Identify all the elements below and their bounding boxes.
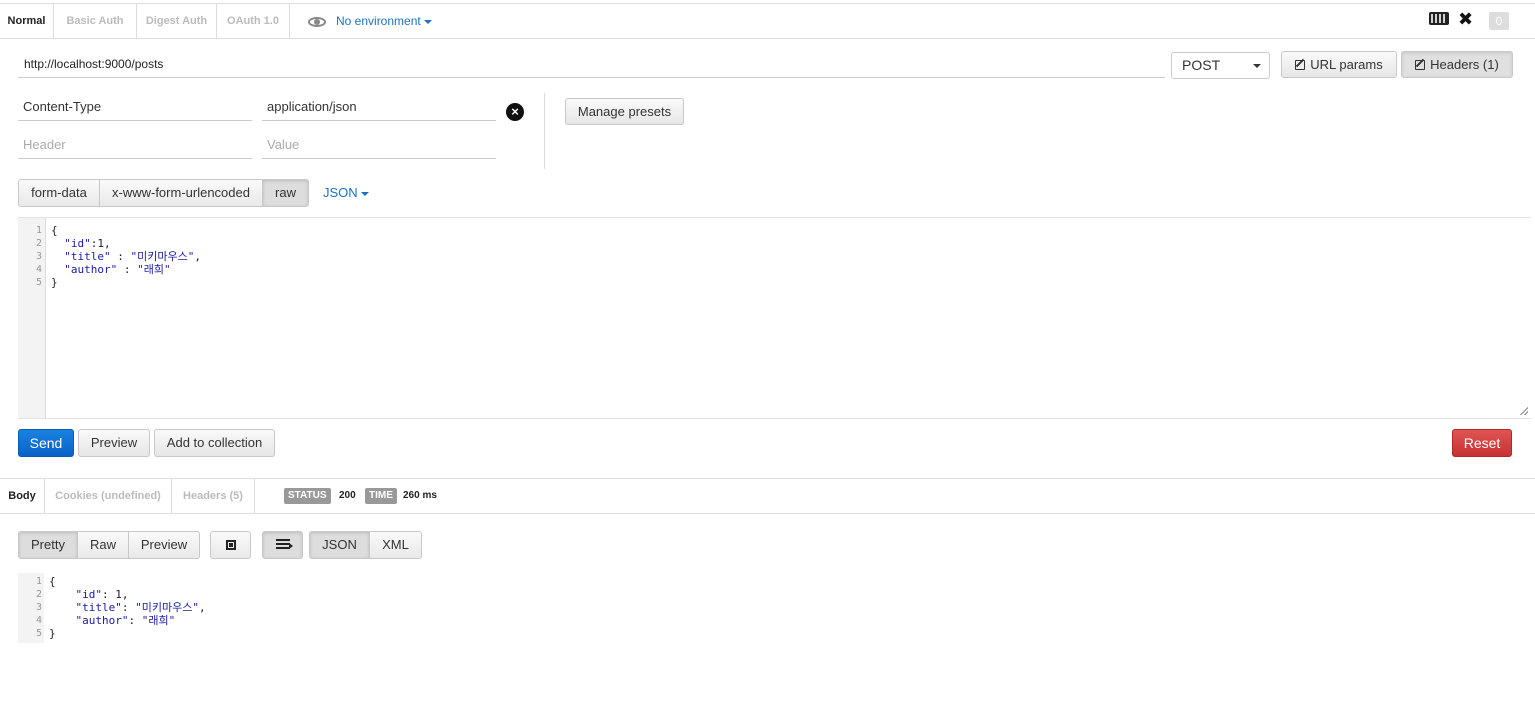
tab-cookies[interactable]: Cookies (undefined) xyxy=(45,479,172,514)
headers-button[interactable]: Headers (1) xyxy=(1401,51,1513,78)
raw-format-selector[interactable]: JSON xyxy=(323,185,369,200)
add-to-collection-button[interactable]: Add to collection xyxy=(154,429,275,457)
header-value-field[interactable]: application/json xyxy=(262,93,496,121)
line-number: 1 xyxy=(35,225,42,236)
tab-response-headers[interactable]: Headers (5) xyxy=(172,479,255,514)
mode-urlencoded[interactable]: x-www-form-urlencoded xyxy=(100,179,263,207)
caret-down-icon xyxy=(423,19,432,24)
code-line: "id": 1, xyxy=(75,588,129,601)
counter-badge[interactable]: 0 xyxy=(1489,12,1509,30)
caret-down-icon xyxy=(360,191,369,196)
wrap-icon xyxy=(226,540,236,550)
status-value: 200 xyxy=(339,490,356,501)
wrap-button[interactable] xyxy=(210,531,251,559)
environment-label: No environment xyxy=(336,14,421,28)
preview-button[interactable]: Preview xyxy=(78,429,150,457)
request-body-editor[interactable]: 1 2 3 4 5 { "id":1, "title" : "미키마우스", "… xyxy=(18,217,1531,419)
line-number: 3 xyxy=(35,602,42,613)
line-number: 5 xyxy=(35,277,42,288)
edit-icon xyxy=(1295,60,1306,70)
url-params-label: URL params xyxy=(1310,57,1383,72)
line-number: 2 xyxy=(35,589,42,600)
eye-icon xyxy=(308,16,326,27)
code-line: "author": "래희" xyxy=(75,614,176,627)
line-number: 2 xyxy=(35,238,42,249)
line-number: 5 xyxy=(35,628,42,639)
response-tab-bar: Body Cookies (undefined) Headers (5) STA… xyxy=(0,478,1535,514)
divider xyxy=(544,93,545,169)
tab-body[interactable]: Body xyxy=(0,479,45,514)
line-number: 4 xyxy=(35,615,42,626)
view-preview[interactable]: Preview xyxy=(129,531,200,559)
method-select[interactable]: POST xyxy=(1171,52,1270,79)
environment-selector[interactable]: No environment xyxy=(308,4,432,39)
code-line: } xyxy=(49,627,56,640)
indent-icon xyxy=(276,539,293,551)
line-gutter: 1 2 3 4 5 xyxy=(18,218,46,418)
format-json[interactable]: JSON xyxy=(309,531,370,559)
code-line: "title": "미키마우스", xyxy=(75,601,206,614)
tab-digest-auth[interactable]: Digest Auth xyxy=(137,4,217,39)
tab-normal[interactable]: Normal xyxy=(0,4,54,39)
mode-form-data[interactable]: form-data xyxy=(18,179,100,207)
edit-icon xyxy=(1415,60,1426,70)
status-label: STATUS xyxy=(284,488,331,504)
delete-icon[interactable]: × xyxy=(506,103,524,121)
code-line: { xyxy=(51,224,58,237)
code-line: "author" : "래희" xyxy=(64,263,171,276)
auth-tab-bar: Normal Basic Auth Digest Auth OAuth 1.0 … xyxy=(0,3,1535,39)
mode-raw[interactable]: raw xyxy=(263,179,309,207)
line-number: 1 xyxy=(35,576,42,587)
code-line: { xyxy=(49,575,56,588)
code-line: "id":1, xyxy=(64,237,111,250)
header-value-input[interactable]: Value xyxy=(262,131,496,159)
url-params-button[interactable]: URL params xyxy=(1281,51,1397,78)
headers-label: Headers (1) xyxy=(1430,57,1499,72)
caret-down-icon xyxy=(1253,64,1261,68)
view-raw[interactable]: Raw xyxy=(78,531,129,559)
line-number: 4 xyxy=(35,264,42,275)
manage-presets-button[interactable]: Manage presets xyxy=(565,98,684,125)
tools-icon[interactable]: ✖ xyxy=(1458,10,1473,28)
header-key-field[interactable]: Content-Type xyxy=(18,93,252,121)
reset-button[interactable]: Reset xyxy=(1452,429,1512,457)
method-value: POST xyxy=(1182,57,1221,73)
time-value: 260 ms xyxy=(403,490,437,501)
send-button[interactable]: Send xyxy=(18,429,74,457)
url-input[interactable]: http://localhost:9000/posts xyxy=(18,52,1165,78)
resize-handle-icon[interactable] xyxy=(1520,407,1528,415)
code-line: "title" : "미키마우스", xyxy=(64,250,201,263)
time-label: TIME xyxy=(365,488,397,504)
indent-button[interactable] xyxy=(262,531,303,559)
header-key-input[interactable]: Header xyxy=(18,131,252,159)
raw-format-label: JSON xyxy=(323,185,358,200)
response-body: 1 2 3 4 5 { "id": 1, "title": "미키마우스", "… xyxy=(18,573,1531,643)
tab-oauth[interactable]: OAuth 1.0 xyxy=(217,4,290,39)
code-line: } xyxy=(51,276,58,289)
format-xml[interactable]: XML xyxy=(370,531,422,559)
line-gutter: 1 2 3 4 5 xyxy=(18,573,44,643)
keyboard-icon[interactable] xyxy=(1429,12,1449,25)
tab-basic-auth[interactable]: Basic Auth xyxy=(54,4,137,39)
view-pretty[interactable]: Pretty xyxy=(18,531,78,559)
line-number: 3 xyxy=(35,251,42,262)
